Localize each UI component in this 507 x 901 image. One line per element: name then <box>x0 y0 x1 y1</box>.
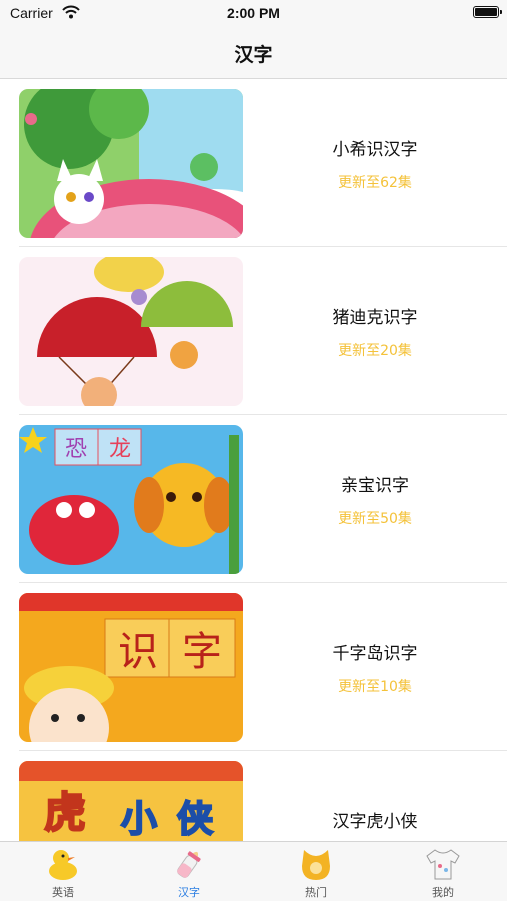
video-thumbnail[interactable] <box>19 257 243 406</box>
list-item[interactable]: 虎 小 侠 汉字虎小侠 <box>0 751 507 841</box>
episode-count: 更新至62集 <box>338 175 412 191</box>
tab-mine[interactable]: 我的 <box>380 842 506 901</box>
episode-count: 更新至20集 <box>338 343 412 359</box>
navigation-bar: 汉字 <box>0 28 507 79</box>
thumbnail-char-2: 龙 <box>109 437 131 462</box>
battery-icon <box>473 6 502 18</box>
tab-label: 热门 <box>305 886 327 899</box>
tab-label: 我的 <box>432 886 454 899</box>
episode-count: 更新至50集 <box>338 511 412 527</box>
tab-chinese[interactable]: 汉字 <box>126 842 252 901</box>
video-list[interactable]: 小希识汉字 更新至62集 猪迪克识字 更新至20集 恐 龙 亲宝识字 更新至50… <box>0 79 507 841</box>
thumbnail-char-3: 侠 <box>177 799 214 840</box>
status-time: 2:00 PM <box>227 5 280 21</box>
video-thumbnail[interactable] <box>19 89 243 238</box>
thumbnail-char-2: 小 <box>121 799 157 840</box>
video-thumbnail[interactable]: 识 字 <box>19 593 243 742</box>
status-bar: Carrier 2:00 PM <box>0 0 507 28</box>
tab-bar: 英语 汉字 热门 我的 <box>0 841 507 901</box>
video-thumbnail[interactable]: 虎 小 侠 <box>19 761 243 841</box>
tab-hot[interactable]: 热门 <box>253 842 379 901</box>
episode-count: 更新至10集 <box>338 679 412 695</box>
tab-label: 汉字 <box>178 886 200 899</box>
baby-shirt-icon <box>426 849 460 880</box>
video-title: 汉字虎小侠 <box>332 812 418 832</box>
list-item[interactable]: 小希识汉字 更新至62集 <box>0 79 507 247</box>
duck-icon <box>49 850 77 880</box>
video-title: 猪迪克识字 <box>332 308 418 328</box>
thumbnail-char-1: 虎 <box>44 788 86 837</box>
video-thumbnail[interactable]: 恐 龙 <box>19 425 243 574</box>
thumbnail-char-1: 识 <box>118 629 158 675</box>
tab-english[interactable]: 英语 <box>0 842 126 901</box>
video-title: 千字岛识字 <box>332 644 418 664</box>
list-item[interactable]: 猪迪克识字 更新至20集 <box>0 247 507 415</box>
video-title: 亲宝识字 <box>341 476 409 496</box>
baby-bottle-icon <box>177 851 201 878</box>
thumbnail-char-1: 恐 <box>65 437 87 462</box>
thumbnail-char-2: 字 <box>182 629 222 675</box>
tab-label: 英语 <box>52 886 74 899</box>
list-item[interactable]: 恐 龙 亲宝识字 更新至50集 <box>0 415 507 583</box>
list-item[interactable]: 识 字 千字岛识字 更新至10集 <box>0 583 507 751</box>
page-title: 汉字 <box>234 44 273 66</box>
video-title: 小希识汉字 <box>332 140 418 160</box>
bib-icon <box>302 850 330 880</box>
